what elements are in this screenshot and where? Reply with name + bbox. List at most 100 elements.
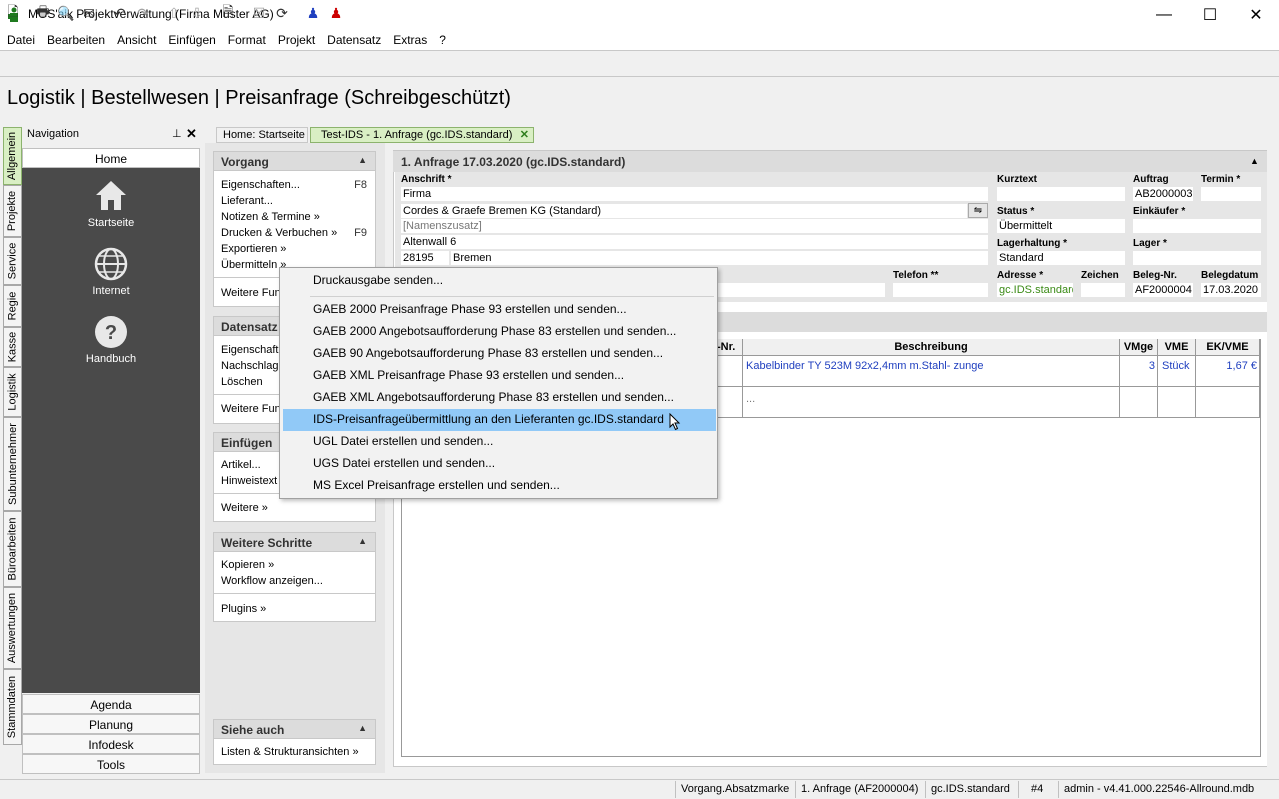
new-document-icon[interactable]: 🗋 (3, 3, 23, 23)
action-hinweistext[interactable]: Hinweistext (221, 475, 277, 487)
nav-agenda[interactable]: Agenda (22, 694, 200, 714)
vtab-logistik[interactable]: Logistik (3, 367, 22, 417)
einkaeufer-field[interactable] (1133, 219, 1261, 233)
nav-infodesk[interactable]: Infodesk (22, 734, 200, 754)
table-row-1-beschreibung[interactable]: Kabelbinder TY 523M 92x2,4mm m.Stahl- zu… (746, 360, 983, 372)
action-notizen-termine[interactable]: Notizen & Termine » (221, 211, 320, 223)
action-drucken-verbuchen[interactable]: Drucken & Verbuchen » (221, 227, 337, 239)
action-eigenschaften[interactable]: Eigenschaften... (221, 179, 300, 191)
menu-ugl-datei[interactable]: UGL Datei erstellen und senden... (280, 431, 717, 453)
action-exportieren[interactable]: Exportieren » (221, 243, 286, 255)
anschrift-line-2[interactable]: Cordes & Graefe Bremen KG (Standard) (401, 204, 967, 218)
close-navigation-icon[interactable]: ✕ (186, 126, 197, 142)
menu-gaebxml-preisanfrage[interactable]: GAEB XML Preisanfrage Phase 93 erstellen… (280, 365, 717, 387)
col-header-vme[interactable]: VME (1158, 339, 1196, 356)
lager-field[interactable] (1133, 251, 1261, 265)
menu-gaeb2000-angebotsaufforderung[interactable]: GAEB 2000 Angebotsaufforderung Phase 83 … (280, 321, 717, 343)
action-workflow-anzeigen[interactable]: Workflow anzeigen... (221, 575, 323, 587)
ort-field[interactable]: Bremen (451, 251, 988, 265)
menu-einfuegen[interactable]: Einfügen (168, 30, 215, 50)
menu-gaebxml-angebotsaufforderung[interactable]: GAEB XML Angebotsaufforderung Phase 83 e… (280, 387, 717, 409)
anschrift-line-1[interactable]: Firma (401, 187, 988, 201)
action-eigenschaften-datensatz[interactable]: Eigenschafte (221, 344, 285, 356)
group-siehe-auch-header[interactable]: Siehe auch ▲ (213, 719, 376, 739)
group-vorgang-header[interactable]: Vorgang ▲ (213, 151, 376, 171)
vtab-allgemein[interactable]: Allgemein (3, 127, 22, 185)
menu-ansicht[interactable]: Ansicht (117, 30, 156, 50)
nav-tile-handbuch[interactable]: ? Handbuch (22, 314, 200, 365)
table-row-2-beschreibung[interactable]: ... (746, 393, 755, 405)
close-tab-icon[interactable]: ✕ (520, 128, 529, 141)
action-weitere-einfuegen[interactable]: Weitere » (221, 502, 268, 514)
status-field[interactable]: Übermittelt (997, 219, 1125, 233)
refresh-icon[interactable]: ⟳ (272, 3, 292, 23)
action-loeschen[interactable]: Löschen (221, 376, 263, 388)
vtab-regie[interactable]: Regie (3, 285, 22, 327)
action-kopieren[interactable]: Kopieren » (221, 559, 274, 571)
nav-planung[interactable]: Planung (22, 714, 200, 734)
namenszusatz-field[interactable]: [Namenszusatz] (401, 219, 988, 233)
menu-druckausgabe-senden[interactable]: Druckausgabe senden... (280, 270, 717, 292)
menu-projekt[interactable]: Projekt (278, 30, 315, 50)
action-weitere-funktionen[interactable]: Weitere Fun (221, 287, 281, 299)
vtab-service[interactable]: Service (3, 237, 22, 285)
menu-format[interactable]: Format (228, 30, 266, 50)
scrollbar[interactable] (1267, 88, 1279, 778)
menu-gaeb2000-preisanfrage[interactable]: GAEB 2000 Preisanfrage Phase 93 erstelle… (280, 299, 717, 321)
strasse-field[interactable]: Altenwall 6 (401, 235, 988, 249)
lagerhaltung-field[interactable]: Standard (997, 251, 1125, 265)
print-preview-icon[interactable]: 🔍 (56, 3, 76, 23)
action-plugins[interactable]: Plugins » (221, 603, 266, 615)
maximize-button[interactable]: ☐ (1187, 0, 1233, 30)
nav-home-button[interactable]: Home (22, 148, 200, 168)
action-nachschlagen[interactable]: Nachschlage (221, 360, 285, 372)
vtab-subunternehmer[interactable]: Subunternehmer (3, 417, 22, 511)
menu-help[interactable]: ? (439, 30, 446, 50)
menu-datei[interactable]: Datei (7, 30, 35, 50)
termin-field[interactable] (1201, 187, 1261, 201)
collapse-icon[interactable]: ▲ (1250, 156, 1259, 166)
print-icon[interactable]: 🖶 (33, 3, 53, 23)
menu-datensatz[interactable]: Datensatz (327, 30, 381, 50)
menu-excel-preisanfrage[interactable]: MS Excel Preisanfrage erstellen und send… (280, 475, 717, 497)
adresse-field[interactable]: gc.IDS.standard (997, 283, 1073, 297)
belegdatum-field[interactable]: 17.03.2020 (1201, 283, 1261, 297)
vtab-projekte[interactable]: Projekte (3, 185, 22, 237)
minimize-button[interactable]: — (1141, 0, 1187, 30)
excel-icon[interactable]: ☒ (249, 3, 269, 23)
kurztext-field[interactable] (997, 187, 1125, 201)
menu-ids-preisanfrage[interactable]: IDS-Preisanfrageübermittlung an den Lief… (283, 409, 716, 431)
telefon-field[interactable] (893, 283, 988, 297)
belegnr-field[interactable]: AF2000004 (1133, 283, 1193, 297)
col-header-vmge[interactable]: VMge (1120, 339, 1158, 356)
undo-icon[interactable]: ↶ (110, 3, 130, 23)
vtab-stammdaten[interactable]: Stammdaten (3, 669, 22, 745)
search-document-icon[interactable]: 🗎 (218, 3, 238, 23)
action-lieferant[interactable]: Lieferant... (221, 195, 273, 207)
table-row-1-vme[interactable]: Stück (1162, 360, 1190, 372)
action-artikel[interactable]: Artikel... (221, 459, 261, 471)
nav-tile-internet[interactable]: Internet (22, 246, 200, 297)
action-weitere-funktionen-datensatz[interactable]: Weitere Fun (221, 403, 281, 415)
group-weitere-schritte-header[interactable]: Weitere Schritte ▲ (213, 532, 376, 552)
zeichen-field[interactable] (1081, 283, 1125, 297)
tab-document[interactable]: Test-IDS - 1. Anfrage (gc.IDS.standard) … (310, 127, 534, 143)
table-row-1-vmge[interactable]: 3 (1122, 360, 1155, 372)
col-header-beschreibung[interactable]: Beschreibung (743, 339, 1120, 356)
user-red-icon[interactable]: ♟ (326, 3, 346, 23)
address-lookup-icon[interactable]: ⇋ (968, 203, 988, 218)
nav-tile-startseite[interactable]: Startseite (22, 178, 200, 229)
col-header-ek-vme[interactable]: EK/VME (1196, 339, 1260, 356)
menu-bearbeiten[interactable]: Bearbeiten (47, 30, 105, 50)
menu-extras[interactable]: Extras (393, 30, 427, 50)
action-listen-strukturansichten[interactable]: Listen & Strukturansichten » (221, 746, 359, 758)
vtab-kasse[interactable]: Kasse (3, 327, 22, 367)
vtab-auswertungen[interactable]: Auswertungen (3, 587, 22, 669)
move-up-icon[interactable]: ⇧ (164, 3, 184, 23)
auftrag-field[interactable]: AB2000003 (1133, 187, 1193, 201)
menu-ugs-datei[interactable]: UGS Datei erstellen und senden... (280, 453, 717, 475)
redo-icon[interactable]: ↷ (133, 3, 153, 23)
table-row-1-ek[interactable]: 1,67 € (1198, 360, 1257, 372)
action-uebermitteln[interactable]: Übermitteln » (221, 259, 286, 271)
menu-gaeb90-angebotsaufforderung[interactable]: GAEB 90 Angebotsaufforderung Phase 83 er… (280, 343, 717, 365)
